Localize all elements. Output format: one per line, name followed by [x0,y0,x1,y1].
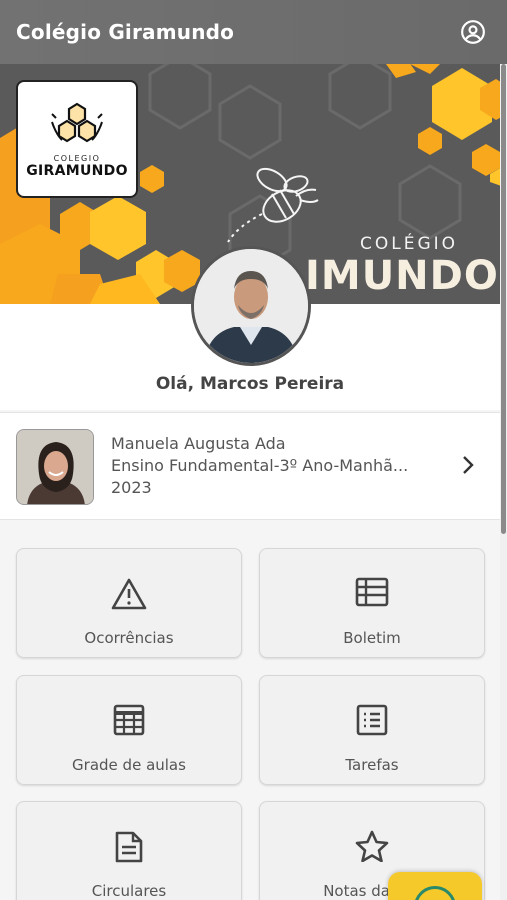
menu-tile-grade-de-aulas[interactable]: Grade de aulas [16,675,242,785]
student-year: 2023 [111,478,152,497]
app-bar: Colégio Giramundo [0,0,507,64]
student-name: Manuela Augusta Ada [111,434,286,453]
logo-big-text: GIRAMUNDO [26,162,128,179]
menu-label: Boletim [343,629,401,647]
whatsapp-icon [414,886,456,900]
banner-school-label: COLÉGIO [360,234,459,254]
menu-tile-circulares[interactable]: Circulares [16,801,242,900]
user-avatar[interactable] [191,246,311,366]
floating-action-button[interactable] [388,872,482,900]
menu-label: Circulares [91,882,167,900]
list-icon [355,577,389,607]
logo-small-text: COLEGIO [53,153,101,163]
honeycomb-logo-icon [51,102,103,142]
calendar-grid-icon [113,704,145,736]
menu-label: Ocorrências [84,629,174,647]
account-circle-icon[interactable] [455,14,491,50]
student-card[interactable]: Manuela Augusta Ada Ensino Fundamental-3… [0,412,500,520]
chevron-right-icon[interactable] [458,455,478,475]
menu-tile-tarefas[interactable]: Tarefas [259,675,485,785]
student-info: Manuela Augusta Ada Ensino Fundamental-3… [111,433,451,499]
student-class: Ensino Fundamental-3º Ano-Manhã... [111,456,409,475]
greeting-text: Olá, Marcos Pereira [155,374,345,394]
checklist-icon [356,704,388,736]
menu-tile-ocorrencias[interactable]: Ocorrências [16,548,242,658]
student-photo [16,429,94,505]
menu-label: Grade de aulas [72,756,186,774]
document-icon [115,831,143,863]
app-title: Colégio Giramundo [16,20,235,44]
school-logo: COLEGIO GIRAMUNDO [16,80,138,198]
scrollbar-thumb[interactable] [501,64,506,534]
menu-label: Tarefas [345,756,399,774]
star-icon [355,830,389,862]
banner-school-name: IMUNDO [305,253,499,299]
warning-icon [111,578,147,610]
scrollbar[interactable] [500,64,507,900]
menu-tile-boletim[interactable]: Boletim [259,548,485,658]
